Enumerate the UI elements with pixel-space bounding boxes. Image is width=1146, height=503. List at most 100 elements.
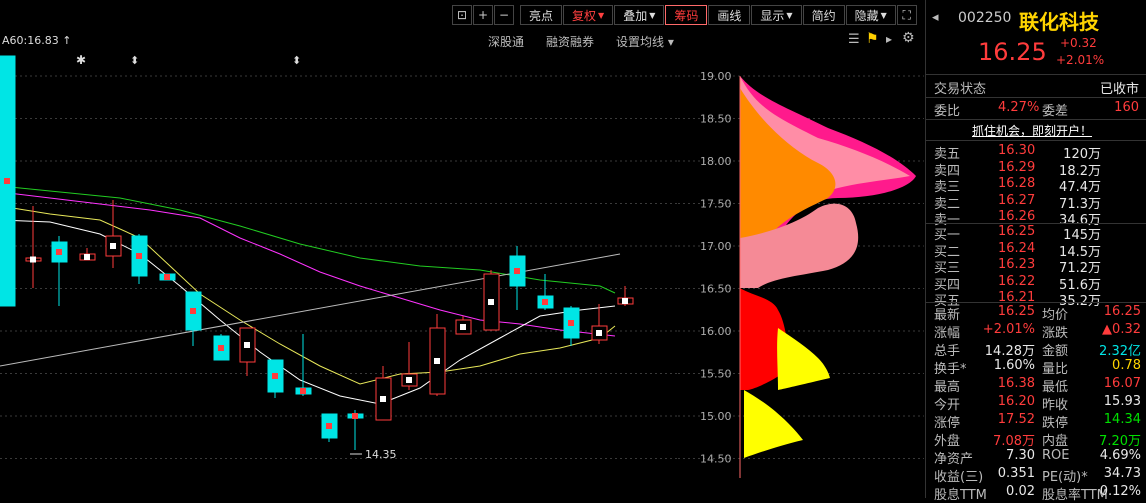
sell-price: 16.27	[998, 192, 1036, 208]
stat-label: 收益(三)	[934, 470, 984, 485]
stat-row: 换手* 1.60% 量比 0.78	[926, 358, 1146, 377]
candle-marker	[244, 342, 250, 348]
sell-row[interactable]: 卖二 16.27 71.3万	[926, 192, 1146, 212]
stat-value: 0.78	[1112, 358, 1141, 373]
fullscreen-icon[interactable]: ⛶	[896, 5, 917, 25]
stat-label: 内盘	[1042, 434, 1069, 449]
draw-line-button[interactable]: 画线	[708, 5, 751, 25]
status-row: 交易状态 已收市	[926, 78, 1146, 97]
chart-toolbar: ⊡ + − 亮点 复权 ▼ 叠加 ▼ 筹码 画线 显示 ▼ 简约 隐藏 ▼ ⛶	[452, 4, 918, 26]
stat-value: ▲0.32	[1102, 322, 1141, 337]
marker-arrow-2: ⬍	[292, 54, 301, 67]
trend-line	[0, 253, 621, 367]
buy-row[interactable]: 买四 16.22 51.6万	[926, 273, 1146, 293]
list-icon[interactable]: ☰	[848, 32, 860, 47]
ma60-value: A60:16.83	[2, 34, 59, 47]
candle-marker	[434, 358, 440, 364]
price-tick-label: 19.00	[700, 70, 732, 83]
chip-distribution-chart: 19.00 18.50 18.00 17.50 17.00 16.50 16.00 15.50…	[678, 70, 924, 478]
price-tick-label: 15.50	[700, 368, 732, 381]
stat-row: 股息TTM 0.02 股息率TTM 0.12%	[926, 484, 1146, 503]
marker-icon[interactable]: ▸	[886, 32, 892, 46]
stat-value: 16.25	[1103, 304, 1141, 319]
candle-marker	[596, 330, 602, 336]
overlay-button[interactable]: 叠加 ▼	[614, 5, 665, 25]
sell-row[interactable]: 卖三 16.28 47.4万	[926, 176, 1146, 195]
buy-row[interactable]: 买二 16.24 14.5万	[926, 241, 1146, 260]
highlight-button[interactable]: 亮点	[520, 5, 563, 25]
price-tick-label: 16.50	[700, 283, 732, 296]
candle-marker	[84, 254, 90, 260]
sell-row[interactable]: 卖五 16.30 120万	[926, 143, 1146, 162]
stat-row: 最高 16.38 最低 16.07	[926, 376, 1146, 395]
buy-row[interactable]: 买三 16.23 71.2万	[926, 257, 1146, 276]
candle-marker	[218, 345, 224, 351]
sell-row[interactable]: 卖四 16.29 18.2万	[926, 160, 1146, 179]
zoom-out-icon[interactable]: −	[494, 5, 514, 25]
hide-button[interactable]: 隐藏 ▼	[845, 5, 896, 25]
stat-label: 外盘	[934, 434, 961, 449]
candle-marker	[136, 253, 142, 259]
stock-code: 002250	[958, 10, 1012, 26]
stat-value: 14.28万	[984, 344, 1035, 359]
lock-icon[interactable]: ⊡	[452, 5, 472, 25]
wc-label: 委差	[1042, 104, 1069, 119]
stat-label: 金额	[1042, 344, 1069, 359]
sell-price: 16.26	[998, 209, 1036, 224]
ma-label: A60:16.83 ↑	[2, 34, 72, 47]
candle-marker	[300, 388, 306, 394]
stat-value: 4.69%	[1099, 448, 1141, 463]
ma10-line	[0, 205, 616, 385]
account-ad-link[interactable]: 抓住机会，即刻开户！	[972, 122, 1092, 139]
stat-label: 股息率TTM	[1042, 488, 1108, 503]
collapse-icon[interactable]: ◂	[932, 10, 939, 25]
stat-value: 0.02	[1006, 484, 1035, 499]
price-change: +0.32	[1060, 36, 1097, 50]
candle-marker	[110, 243, 116, 249]
chips-button[interactable]: 筹码	[665, 5, 708, 25]
stat-value: 17.52	[997, 412, 1035, 427]
buy-row[interactable]: 买一 16.25 145万	[926, 224, 1146, 243]
stat-value: 16.25	[997, 304, 1035, 319]
price-tick-label: 17.00	[700, 240, 732, 253]
buy-price: 16.25	[998, 224, 1036, 239]
display-label: 显示	[760, 8, 785, 23]
stat-row: 最新 16.25 均价 16.25	[926, 304, 1146, 323]
overlay-label: 叠加	[623, 8, 648, 23]
divider	[926, 74, 1146, 75]
price-tick-label: 16.00	[700, 325, 732, 338]
hide-label: 隐藏	[854, 8, 879, 23]
settings-icon[interactable]: ⚙	[902, 30, 915, 46]
adjust-button[interactable]: 复权 ▼	[563, 5, 614, 25]
zoom-in-icon[interactable]: +	[473, 5, 493, 25]
display-button[interactable]: 显示 ▼	[751, 5, 802, 25]
candle-marker	[406, 377, 412, 383]
stat-label: PE(动)*	[1042, 470, 1088, 485]
stat-label: 涨幅	[934, 326, 961, 341]
stat-row: 今开 16.20 昨收 15.93	[926, 394, 1146, 413]
stat-value: 7.20万	[1099, 434, 1141, 449]
candle-marker	[272, 373, 278, 379]
candle-marker	[488, 299, 494, 305]
stat-value: +2.01%	[982, 322, 1035, 337]
candle-marker	[4, 178, 10, 184]
flag-icon[interactable]: ⚑	[866, 31, 879, 47]
stat-label: 涨停	[934, 416, 961, 431]
stat-value: 14.34	[1103, 412, 1141, 427]
buy-price: 16.22	[998, 273, 1036, 289]
wc-value: 160	[1114, 100, 1139, 115]
simple-button[interactable]: 简约	[802, 5, 845, 25]
kline-chart[interactable]: ✱ ⬍ ⬍ 14.35	[0, 48, 680, 498]
stat-label: 涨跌	[1042, 326, 1069, 341]
stat-label: 昨收	[1042, 398, 1069, 413]
candle-marker	[460, 324, 466, 330]
wb-value: 4.27%	[998, 100, 1040, 115]
stat-label: 股息TTM	[934, 488, 987, 503]
stat-label: 均价	[1042, 308, 1069, 323]
stat-row: 总手 14.28万 金额 2.32亿	[926, 340, 1146, 359]
stat-label: 总手	[934, 344, 961, 359]
price-tick-label: 14.50	[700, 453, 732, 466]
last-price: 16.25	[978, 38, 1047, 66]
price-tick-label: 18.00	[700, 155, 732, 168]
candle-marker	[30, 256, 36, 263]
